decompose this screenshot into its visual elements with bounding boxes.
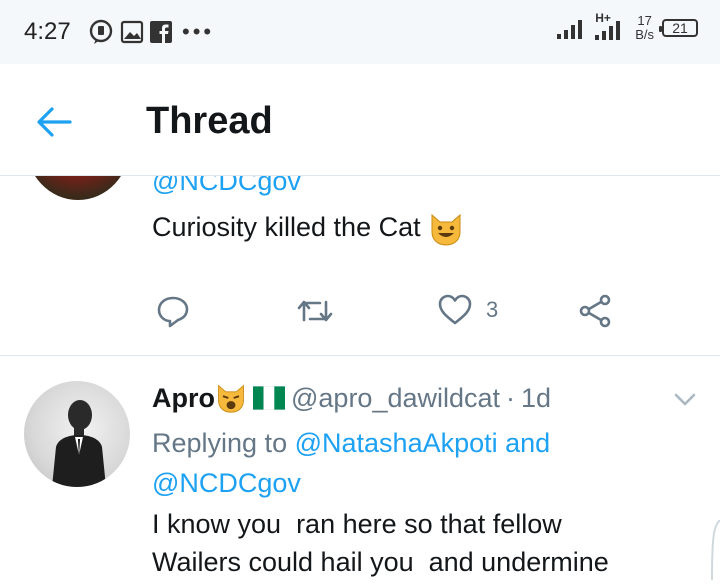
scroll-indicator-icon	[711, 519, 720, 581]
network-speed: 17 B/s	[635, 14, 654, 42]
speed-unit: B/s	[635, 27, 654, 42]
tweet-text: I know you ran here so that fellow Waile…	[152, 505, 712, 581]
like-count: 3	[486, 297, 499, 322]
image-icon	[120, 20, 144, 44]
network-signal: H+	[593, 11, 627, 41]
tweet-header: Apro @apro_dawildcat · 1d	[152, 382, 551, 414]
app-header: Thread	[0, 64, 720, 176]
reply-icon	[157, 296, 189, 328]
status-bar: 4:27 ••• H+ 17 B/s 21	[0, 0, 720, 64]
battery-level: 21	[672, 20, 688, 36]
tweet-text-line: I know you ran here so that fellow	[152, 509, 562, 539]
reply-mention-1[interactable]: @NatashaAkpoti	[295, 428, 498, 458]
like-button[interactable]: 3	[438, 294, 498, 326]
reply-mention-2[interactable]: @NCDCgov	[152, 468, 301, 498]
share-icon	[579, 294, 611, 328]
speed-value: 17	[637, 13, 652, 28]
scrollbar[interactable]	[710, 519, 720, 581]
grinning-cat-face-icon	[431, 213, 461, 246]
page-title: Thread	[146, 100, 273, 142]
battery-icon: 21	[659, 19, 698, 37]
tweet-menu-button[interactable]	[670, 387, 700, 411]
reply-button[interactable]	[156, 294, 190, 328]
replying-to: Replying to @NatashaAkpoti and @NCDCgov	[152, 423, 672, 503]
tweet-actions: 3	[0, 294, 720, 338]
share-button[interactable]	[578, 294, 612, 328]
avatar[interactable]	[24, 381, 130, 487]
retweet-button[interactable]	[296, 294, 334, 328]
retweet-icon	[297, 300, 333, 322]
weary-cat-face-icon	[218, 384, 244, 413]
replying-prefix: Replying to	[152, 428, 288, 458]
tweet[interactable]: @NCDCgov Curiosity killed the Cat 3	[0, 176, 720, 356]
status-time: 4:27	[24, 18, 71, 45]
more-dots-icon: •••	[182, 19, 215, 44]
signal-icon	[557, 20, 583, 39]
avatar[interactable]	[26, 176, 130, 200]
back-button[interactable]	[34, 104, 74, 140]
tweet-time: 1d	[521, 382, 552, 413]
tweet-text-line: Wailers could hail you and undermine	[152, 547, 609, 577]
notification-icons: •••	[88, 18, 214, 46]
tweet-author-name[interactable]: Apro	[152, 383, 215, 414]
tweet-handle[interactable]: @apro_dawildcat	[291, 383, 500, 414]
arrow-left-icon	[37, 107, 72, 137]
status-right: H+ 17 B/s 21	[557, 11, 698, 42]
nigeria-flag-icon	[253, 386, 285, 410]
heart-icon	[438, 294, 472, 325]
chat-bubble-icon	[89, 19, 113, 44]
meta-separator: ·	[506, 382, 516, 413]
person-photo-icon	[52, 400, 106, 487]
tweet-text: Curiosity killed the Cat	[152, 212, 464, 246]
tweet-text-content: Curiosity killed the Cat	[152, 212, 421, 243]
tweet[interactable]: Apro @apro_dawildcat · 1d Replying to @N…	[0, 357, 720, 580]
signal-icon-2	[595, 21, 621, 40]
facebook-icon	[150, 21, 172, 43]
reply-conjunction: and	[505, 428, 551, 458]
tweet-handle[interactable]: @NCDCgov	[152, 176, 301, 197]
chevron-down-icon	[674, 393, 696, 406]
